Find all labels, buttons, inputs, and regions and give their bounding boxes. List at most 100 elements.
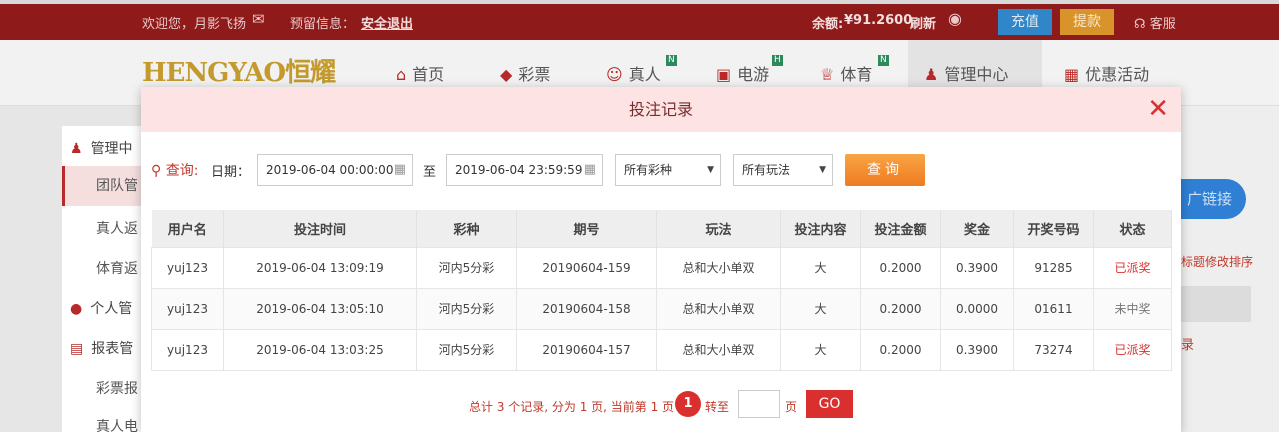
modal-title: 投注记录 <box>628 100 693 119</box>
column-header: 彩种 <box>416 210 517 247</box>
play-cell: 总和大小单双 <box>656 328 781 371</box>
sidebar-item-lottery-report[interactable]: 彩票报 <box>62 378 150 398</box>
sidebar-label: 个人管 <box>90 301 133 317</box>
nav-item-lottery[interactable]: ◆ 彩票 <box>500 61 550 85</box>
table-row: yuj123 2019-06-04 13:03:25 河内5分彩 2019060… <box>151 328 1172 371</box>
site-logo[interactable]: HENGYAO恒耀 <box>142 56 350 90</box>
draw-number-cell: 01611 <box>1013 287 1094 330</box>
nav-label: 首页 <box>412 65 445 84</box>
page-unit-label: 页 <box>785 400 798 414</box>
bet-amount-cell: 0.2000 <box>860 328 941 371</box>
nav-label: 体育 <box>840 65 873 84</box>
prize-cell: 0.3900 <box>940 246 1014 289</box>
query-label-text: 查询: <box>165 163 199 179</box>
column-header: 用户名 <box>151 210 224 247</box>
reserved-info-label: 预留信息： <box>290 17 356 32</box>
go-button[interactable]: GO <box>806 390 853 418</box>
logout-link[interactable]: 安全退出 <box>361 13 413 32</box>
pagination-summary: 总计 3 个记录, 分为 1 页, 当前第 1 页 <box>469 400 675 414</box>
nav-item-promotions[interactable]: ▦ 优惠活动 <box>1064 61 1149 85</box>
lottery-icon: ◆ <box>500 65 513 84</box>
nav-label: 真人 <box>628 65 661 84</box>
headset-icon: ☊ <box>1134 17 1146 32</box>
modal-header: 投注记录 ✕ <box>141 87 1181 132</box>
bet-records-modal: 投注记录 ✕ ⚲ 查询: 日期： 2019-06-04 00:00:00 ▦ 至… <box>141 87 1181 432</box>
query-button[interactable]: 查询 <box>845 154 925 186</box>
user-icon: ● <box>70 301 83 317</box>
lottery-cell: 河内5分彩 <box>416 246 517 289</box>
calendar-icon[interactable]: ▦ <box>394 155 406 185</box>
sidebar-label: 报表管 <box>91 341 134 357</box>
nav-label: 优惠活动 <box>1085 65 1150 84</box>
column-header: 玩法 <box>656 210 781 247</box>
play-cell: 总和大小单双 <box>656 246 781 289</box>
slot-machine-icon: ▣ <box>716 65 732 84</box>
issue-cell: 20190604-158 <box>516 287 657 330</box>
lottery-type-select[interactable]: 所有彩种 ▼ <box>615 154 721 186</box>
bet-time-cell: 2019-06-04 13:09:19 <box>223 246 417 289</box>
prize-cell: 0.3900 <box>940 328 1014 371</box>
sidebar-item-live-rebate[interactable]: 真人返 <box>62 218 150 238</box>
bet-content-cell: 大 <box>780 328 861 371</box>
balance-label: 余额: <box>812 17 844 32</box>
record-fragment: 录 <box>1181 338 1195 353</box>
recharge-button[interactable]: 充值 <box>998 9 1052 35</box>
nav-item-live[interactable]: ☺ 真人 N <box>606 55 677 85</box>
draw-number-cell: 91285 <box>1013 246 1094 289</box>
gift-icon: ▦ <box>1064 65 1080 84</box>
nav-label: 管理中心 <box>944 65 1009 84</box>
table-row: yuj123 2019-06-04 13:05:10 河内5分彩 2019060… <box>151 287 1172 330</box>
bet-content-cell: 大 <box>780 287 861 330</box>
sidebar-item-management[interactable]: ♟ 管理中 <box>62 138 150 158</box>
issue-cell: 20190604-159 <box>516 246 657 289</box>
background-row <box>1181 286 1251 322</box>
username-cell: yuj123 <box>151 287 224 330</box>
nav-label: 电游 <box>737 65 770 84</box>
sidebar-item-team[interactable]: 团队管 <box>62 166 150 206</box>
support-label: 客服 <box>1149 17 1176 32</box>
nav-item-home[interactable]: ⌂ 首页 <box>396 61 444 85</box>
withdraw-button[interactable]: 提款 <box>1060 9 1114 35</box>
end-date-input[interactable]: 2019-06-04 23:59:59 ▦ <box>446 154 603 186</box>
background-panel: 标题修改排序 录 <box>1181 106 1279 432</box>
column-header: 奖金 <box>940 210 1014 247</box>
live-casino-icon: ☺ <box>606 65 623 84</box>
nav-item-sports[interactable]: ♕ 体育 N <box>820 55 889 85</box>
sidebar-item-reports[interactable]: ▤ 报表管 <box>62 338 150 358</box>
lottery-type-value: 所有彩种 <box>624 163 673 177</box>
sidebar-item-personal[interactable]: ● 个人管 <box>62 298 150 318</box>
start-date-value: 2019-06-04 00:00:00 <box>266 163 394 177</box>
search-icon: ⚲ <box>151 163 162 179</box>
username-cell: yuj123 <box>151 328 224 371</box>
dropdown-arrow-icon: ▼ <box>707 165 714 175</box>
goto-page-input[interactable] <box>738 390 780 418</box>
date-label: 日期： <box>211 165 251 180</box>
username-cell: yuj123 <box>151 246 224 289</box>
bet-time-cell: 2019-06-04 13:03:25 <box>223 328 417 371</box>
table-header-row: 用户名 投注时间 彩种 期号 玩法 投注内容 投注金额 奖金 开奖号码 状态 <box>151 210 1172 247</box>
nav-badge: H <box>772 55 783 66</box>
support-link[interactable]: ☊ 客服 <box>1134 13 1176 32</box>
close-icon[interactable]: ✕ <box>1147 87 1169 132</box>
nav-badge: N <box>666 55 677 66</box>
refresh-link[interactable]: 刷新 <box>910 13 936 32</box>
play-type-value: 所有玩法 <box>742 163 791 177</box>
sidebar-item-sports-rebate[interactable]: 体育返 <box>62 258 150 278</box>
mail-icon[interactable]: ✉ <box>252 10 265 28</box>
nav-item-slots[interactable]: ▣ 电游 H <box>716 55 783 85</box>
status-cell: 已派奖 <box>1093 328 1172 371</box>
play-type-select[interactable]: 所有玩法 ▼ <box>733 154 833 186</box>
sidebar-item-live-report[interactable]: 真人电 <box>62 416 150 432</box>
trophy-icon: ♕ <box>820 65 835 84</box>
calendar-icon[interactable]: ▦ <box>584 155 596 185</box>
sidebar-label: 真人返 <box>96 221 138 237</box>
sidebar-label: 管理中 <box>90 141 133 157</box>
bet-records-table: 用户名 投注时间 彩种 期号 玩法 投注内容 投注金额 奖金 开奖号码 状态 y… <box>151 210 1172 371</box>
current-page-button[interactable]: 1 <box>675 391 701 417</box>
column-header: 期号 <box>516 210 657 247</box>
nav-item-management[interactable]: ♟ 管理中心 <box>924 61 1008 85</box>
eye-icon[interactable]: ◉ <box>948 9 962 28</box>
start-date-input[interactable]: 2019-06-04 00:00:00 ▦ <box>257 154 413 186</box>
bet-amount-cell: 0.2000 <box>860 246 941 289</box>
status-cell: 未中奖 <box>1093 287 1172 330</box>
